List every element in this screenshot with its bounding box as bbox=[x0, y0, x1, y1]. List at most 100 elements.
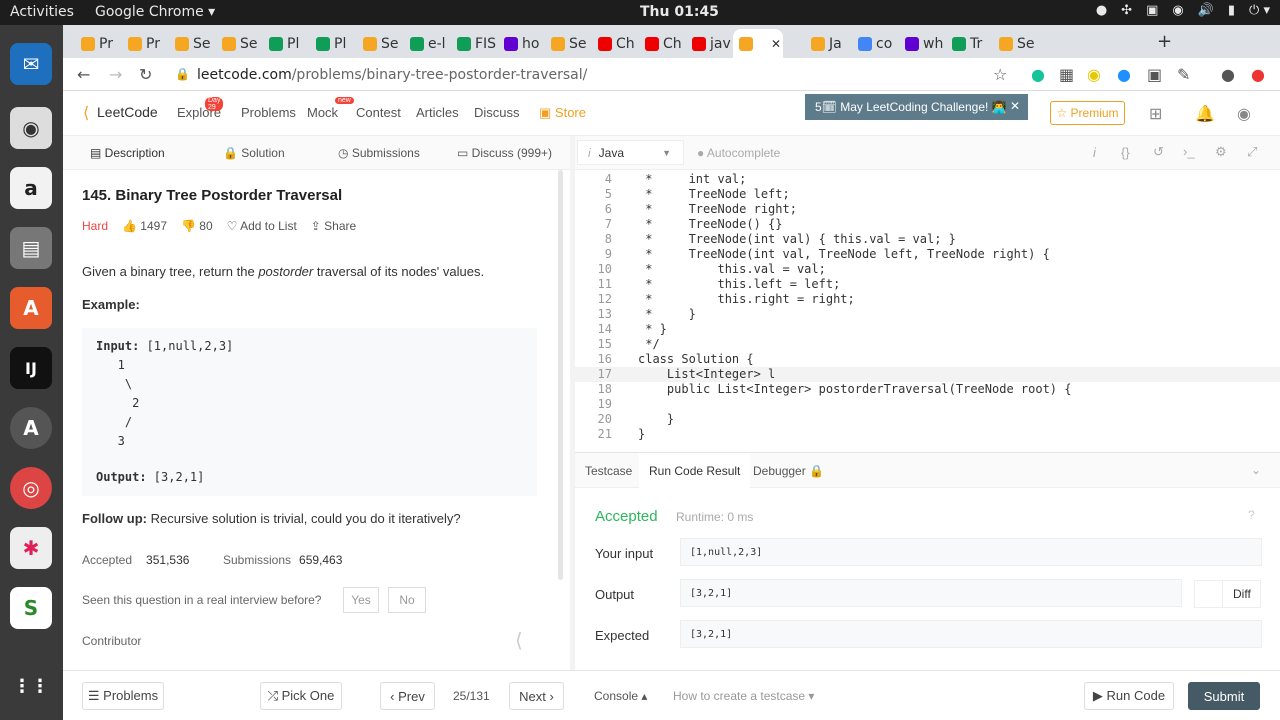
prev-button[interactable]: ‹ Prev bbox=[380, 682, 435, 710]
browser-tab[interactable]: co bbox=[852, 29, 899, 58]
code-line[interactable]: 17 List<Integer> l bbox=[575, 367, 1280, 382]
grammarly-extension-icon[interactable]: ● bbox=[1031, 65, 1045, 84]
nav-explore[interactable]: Explore Day 29 bbox=[177, 97, 224, 120]
browser-tab[interactable]: Pr bbox=[122, 29, 169, 58]
show-apps-icon[interactable]: ⋮⋮ bbox=[10, 665, 52, 707]
address-bar[interactable]: leetcode.com/problems/binary-tree-postor… bbox=[197, 63, 1067, 87]
nav-problems[interactable]: Problems bbox=[241, 105, 296, 120]
code-editor[interactable]: 4 * int val; 5 * TreeNode left; 6 * TreeNo… bbox=[575, 170, 1280, 452]
power-icon[interactable]: ⏻ ▾ bbox=[1249, 3, 1270, 18]
code-line[interactable]: 16 class Solution { bbox=[575, 352, 1280, 367]
skype-extension-icon[interactable]: ● bbox=[1117, 65, 1131, 84]
fullscreen-icon[interactable]: ⤢ bbox=[1247, 144, 1257, 160]
challenge-banner[interactable]: 5🗓 May LeetCoding Challenge! 👨‍💻 ✕ bbox=[805, 94, 1028, 120]
app-icon[interactable]: S bbox=[10, 587, 52, 629]
zoom-tray-icon[interactable]: ▣ bbox=[1146, 3, 1158, 18]
like-button[interactable]: 👍 1497 bbox=[122, 219, 167, 233]
terminal-icon[interactable]: ›_ bbox=[1183, 144, 1195, 159]
tab-close-icon[interactable]: ✕ bbox=[771, 37, 781, 51]
code-line[interactable]: 7 * TreeNode() {} bbox=[575, 217, 1280, 232]
chrome-icon[interactable]: ◎ bbox=[10, 467, 52, 509]
reload-icon[interactable]: ↻ bbox=[139, 65, 152, 84]
code-line[interactable]: 9 * TreeNode(int val, TreeNode left, Tre… bbox=[575, 247, 1280, 262]
code-line[interactable]: 15 */ bbox=[575, 337, 1280, 352]
settings-gear-icon[interactable]: ⚙ bbox=[1215, 144, 1227, 160]
diff-toggle[interactable]: Diff bbox=[1194, 580, 1261, 608]
tab-debugger[interactable]: Debugger 🔒 bbox=[753, 464, 824, 478]
browser-tab[interactable]: Ja bbox=[805, 29, 852, 58]
slack-icon[interactable]: ✱ bbox=[10, 527, 52, 569]
forward-icon[interactable]: → bbox=[109, 65, 122, 84]
no-button[interactable]: No bbox=[388, 587, 426, 613]
system-tray[interactable]: ● ✣ ▣ ◉ 🔊 ▮ ⏻ ▾ bbox=[1096, 3, 1270, 18]
nav-discuss[interactable]: Discuss bbox=[474, 105, 520, 120]
extension-icon[interactable]: ▦ bbox=[1059, 65, 1074, 84]
browser-tab[interactable]: Se bbox=[357, 29, 404, 58]
info-icon[interactable]: i bbox=[1093, 145, 1096, 160]
volume-icon[interactable]: 🔊 bbox=[1198, 3, 1214, 18]
problems-button[interactable]: ☰ Problems bbox=[82, 682, 164, 710]
code-line[interactable]: 21} bbox=[575, 427, 1280, 442]
nav-mock[interactable]: Mock new bbox=[307, 97, 354, 120]
collapse-chevron-icon[interactable]: ⌄ bbox=[1251, 463, 1261, 477]
amazon-icon[interactable]: a bbox=[10, 167, 52, 209]
challenge-close-icon[interactable]: ✕ bbox=[1010, 99, 1020, 113]
clock[interactable]: Thu 01:45 bbox=[640, 4, 719, 20]
slack-tray-icon[interactable]: ✣ bbox=[1121, 3, 1132, 18]
submit-button[interactable]: Submit bbox=[1188, 682, 1260, 710]
browser-tab[interactable]: Se bbox=[169, 29, 216, 58]
app-menu[interactable]: Google Chrome ▾ bbox=[95, 4, 215, 20]
autocomplete-toggle[interactable]: ● Autocomplete bbox=[697, 146, 780, 160]
eyedropper-extension-icon[interactable]: ✎ bbox=[1177, 65, 1190, 84]
code-line[interactable]: 8 * TreeNode(int val) { this.val = val; … bbox=[575, 232, 1280, 247]
code-line[interactable]: 20 } bbox=[575, 412, 1280, 427]
nav-contest[interactable]: Contest bbox=[356, 105, 401, 120]
browser-tab[interactable]: ho bbox=[498, 29, 545, 58]
user-avatar-icon[interactable]: ◉ bbox=[1237, 104, 1251, 124]
nav-articles[interactable]: Articles bbox=[416, 105, 459, 120]
profile-avatar[interactable]: ● bbox=[1221, 65, 1235, 84]
code-line[interactable]: 6 * TreeNode right; bbox=[575, 202, 1280, 217]
help-icon[interactable]: ? bbox=[1248, 508, 1255, 522]
browser-tab[interactable]: Pr bbox=[75, 29, 122, 58]
browser-tab[interactable]: wh bbox=[899, 29, 946, 58]
console-toggle[interactable]: Console ▴ bbox=[594, 689, 647, 703]
activities-button[interactable]: Activities bbox=[10, 4, 74, 20]
code-line[interactable]: 10 * this.val = val; bbox=[575, 262, 1280, 277]
braces-icon[interactable]: {} bbox=[1121, 145, 1130, 160]
tab-description[interactable]: ▤ Description bbox=[90, 146, 165, 160]
premium-button[interactable]: ☆ Premium bbox=[1050, 101, 1125, 125]
tab-run-code-result[interactable]: Run Code Result bbox=[639, 453, 751, 488]
code-line[interactable]: 4 * int val; bbox=[575, 172, 1280, 187]
browser-tab[interactable]: Pl bbox=[263, 29, 310, 58]
tab-testcase[interactable]: Testcase bbox=[585, 464, 632, 478]
browser-tab[interactable]: Se bbox=[545, 29, 592, 58]
dislike-button[interactable]: 👎 80 bbox=[181, 219, 213, 233]
record-icon[interactable]: ● bbox=[1096, 3, 1107, 18]
files-icon[interactable]: ▤ bbox=[10, 227, 52, 269]
lock-icon[interactable]: 🔒 bbox=[175, 67, 190, 81]
software-center-icon[interactable]: A bbox=[10, 287, 52, 329]
add-to-list-button[interactable]: ♡ Add to List bbox=[227, 219, 297, 233]
tab-solution[interactable]: 🔒 Solution bbox=[223, 146, 285, 160]
thunderbird-icon[interactable]: ✉ bbox=[10, 43, 52, 85]
battery-icon[interactable]: ▮ bbox=[1228, 3, 1235, 18]
browser-tab[interactable]: Ch bbox=[592, 29, 639, 58]
browser-tab[interactable]: FIS bbox=[451, 29, 498, 58]
code-line[interactable]: 13 * } bbox=[575, 307, 1280, 322]
code-line[interactable]: 11 * this.left = left; bbox=[575, 277, 1280, 292]
leetcode-logo-icon[interactable]: ⟨ bbox=[83, 103, 89, 123]
back-icon[interactable]: ← bbox=[77, 65, 90, 84]
next-button[interactable]: Next › bbox=[509, 682, 564, 710]
browser-tab[interactable]: Se bbox=[216, 29, 263, 58]
howto-testcase-link[interactable]: How to create a testcase ▾ bbox=[673, 689, 814, 703]
wifi-icon[interactable]: ◉ bbox=[1172, 3, 1183, 18]
diff-switch[interactable] bbox=[1195, 581, 1223, 607]
leetcode-logo[interactable]: LeetCode bbox=[97, 104, 158, 120]
code-line[interactable]: 14 * } bbox=[575, 322, 1280, 337]
tab-discuss[interactable]: ▭ Discuss (999+) bbox=[457, 146, 552, 160]
playground-icon[interactable]: ⊞ bbox=[1149, 104, 1162, 124]
language-select[interactable]: i Java ▼ bbox=[577, 140, 684, 165]
notifications-bell-icon[interactable]: 🔔 bbox=[1195, 104, 1215, 124]
pick-one-button[interactable]: ⤮ Pick One bbox=[260, 682, 342, 710]
